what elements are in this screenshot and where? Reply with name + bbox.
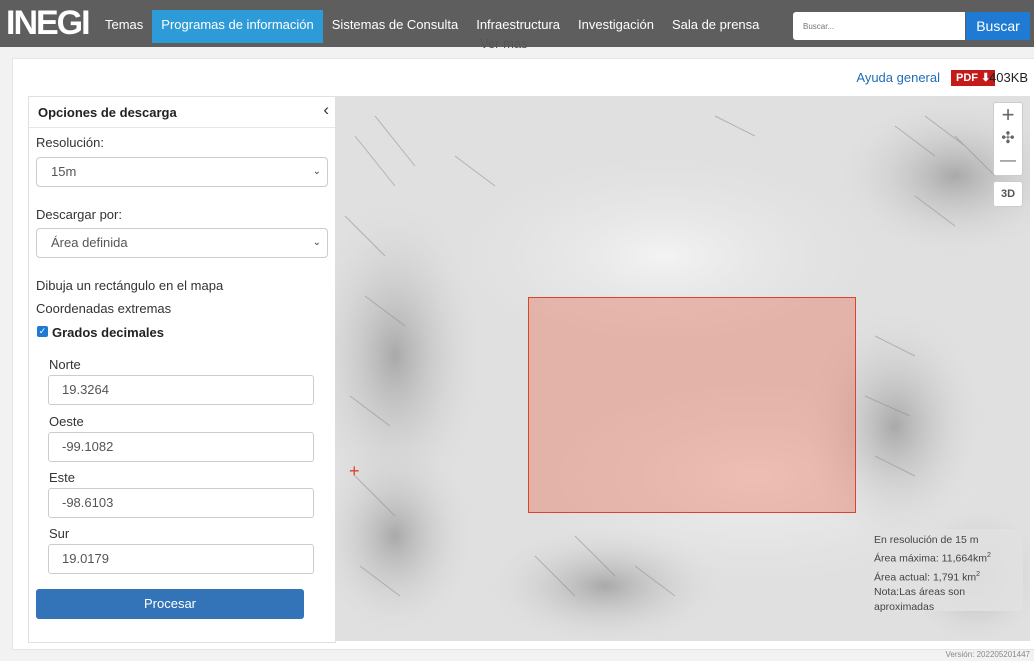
relief-map[interactable]: + + ✣ — 3D En resolución de 15 m Área má… (335, 96, 1030, 641)
west-input[interactable]: -99.1082 (48, 432, 314, 462)
area-info-box: En resolución de 15 m Área máxima: 11,66… (871, 529, 1023, 613)
east-input[interactable]: -98.6103 (48, 488, 314, 518)
main-nav: Temas Programas de información Sistemas … (96, 10, 768, 43)
chevron-down-icon: ⌄ (312, 237, 321, 248)
zoom-in-button[interactable]: + (994, 103, 1022, 127)
east-label: Este (49, 470, 76, 485)
move-arrows-icon[interactable]: ✣ (994, 127, 1022, 151)
process-button[interactable]: Procesar (36, 589, 304, 619)
download-options-panel: Opciones de descarga ‹ Resolución: 15m ⌄… (28, 96, 336, 643)
panel-title: Opciones de descarga (38, 105, 177, 120)
info-current-area: Área actual: 1,791 km (874, 571, 977, 583)
info-max-area: Área máxima: 11,664km (874, 552, 988, 565)
search-button[interactable]: Buscar (966, 12, 1030, 40)
north-label: Norte (49, 357, 81, 372)
zoom-control: + ✣ — (993, 102, 1023, 176)
nav-item-temas[interactable]: Temas (96, 10, 152, 43)
inegi-logo[interactable]: INEGI (6, 6, 91, 40)
north-input[interactable]: 19.3264 (48, 375, 314, 405)
nav-item-investigacion[interactable]: Investigación (569, 10, 663, 43)
content-card: Ayuda general PDF ⬇ 403KB Opciones de de… (12, 58, 1034, 650)
decimal-degrees-label: Grados decimales (52, 325, 164, 340)
pdf-size: 403KB (989, 70, 1029, 85)
zoom-out-button[interactable]: — (994, 149, 1022, 173)
selection-rectangle[interactable] (528, 297, 856, 513)
info-current-area-row: Área actual: 1,791 km2 (874, 570, 981, 584)
resolution-label: Resolución: (36, 135, 104, 150)
download-by-label: Descargar por: (36, 207, 122, 222)
south-input[interactable]: 19.0179 (48, 544, 314, 574)
help-link[interactable]: Ayuda general (856, 70, 940, 85)
chevron-down-icon: ⌄ (312, 166, 321, 177)
collapse-panel-icon[interactable]: ‹ (323, 100, 329, 120)
resolution-select[interactable]: 15m ⌄ (36, 157, 328, 187)
ver-mas-link[interactable]: Ver más (480, 36, 528, 51)
version-label: Versión: 202205201447 (945, 650, 1030, 659)
search-input[interactable] (793, 12, 965, 40)
nav-item-programas[interactable]: Programas de información (152, 10, 323, 43)
top-navigation-bar: INEGI Temas Programas de información Sis… (0, 0, 1034, 51)
3d-view-button[interactable]: 3D (993, 181, 1023, 207)
south-label: Sur (49, 526, 70, 541)
crosshair-cursor-icon: + (349, 461, 360, 481)
decimal-degrees-checkbox[interactable]: ✓ (37, 326, 48, 337)
info-max-area-row: Área máxima: 11,664km2 (874, 552, 991, 565)
coords-label: Coordenadas extremas (36, 301, 172, 316)
instruction-text: Dibuja un rectángulo en el mapa (36, 278, 224, 293)
resolution-value: 15m (51, 164, 77, 179)
divider (29, 127, 335, 128)
pdf-label: PDF (956, 72, 978, 84)
west-label: Oeste (49, 414, 84, 429)
download-by-select[interactable]: Área definida ⌄ (36, 228, 328, 258)
info-note: Nota:Las áreas son aproximadas (874, 586, 966, 613)
info-resolution: En resolución de 15 m (874, 534, 979, 546)
download-by-value: Área definida (51, 235, 128, 250)
nav-item-sala-prensa[interactable]: Sala de prensa (663, 10, 768, 43)
nav-item-sistemas[interactable]: Sistemas de Consulta (323, 10, 467, 43)
